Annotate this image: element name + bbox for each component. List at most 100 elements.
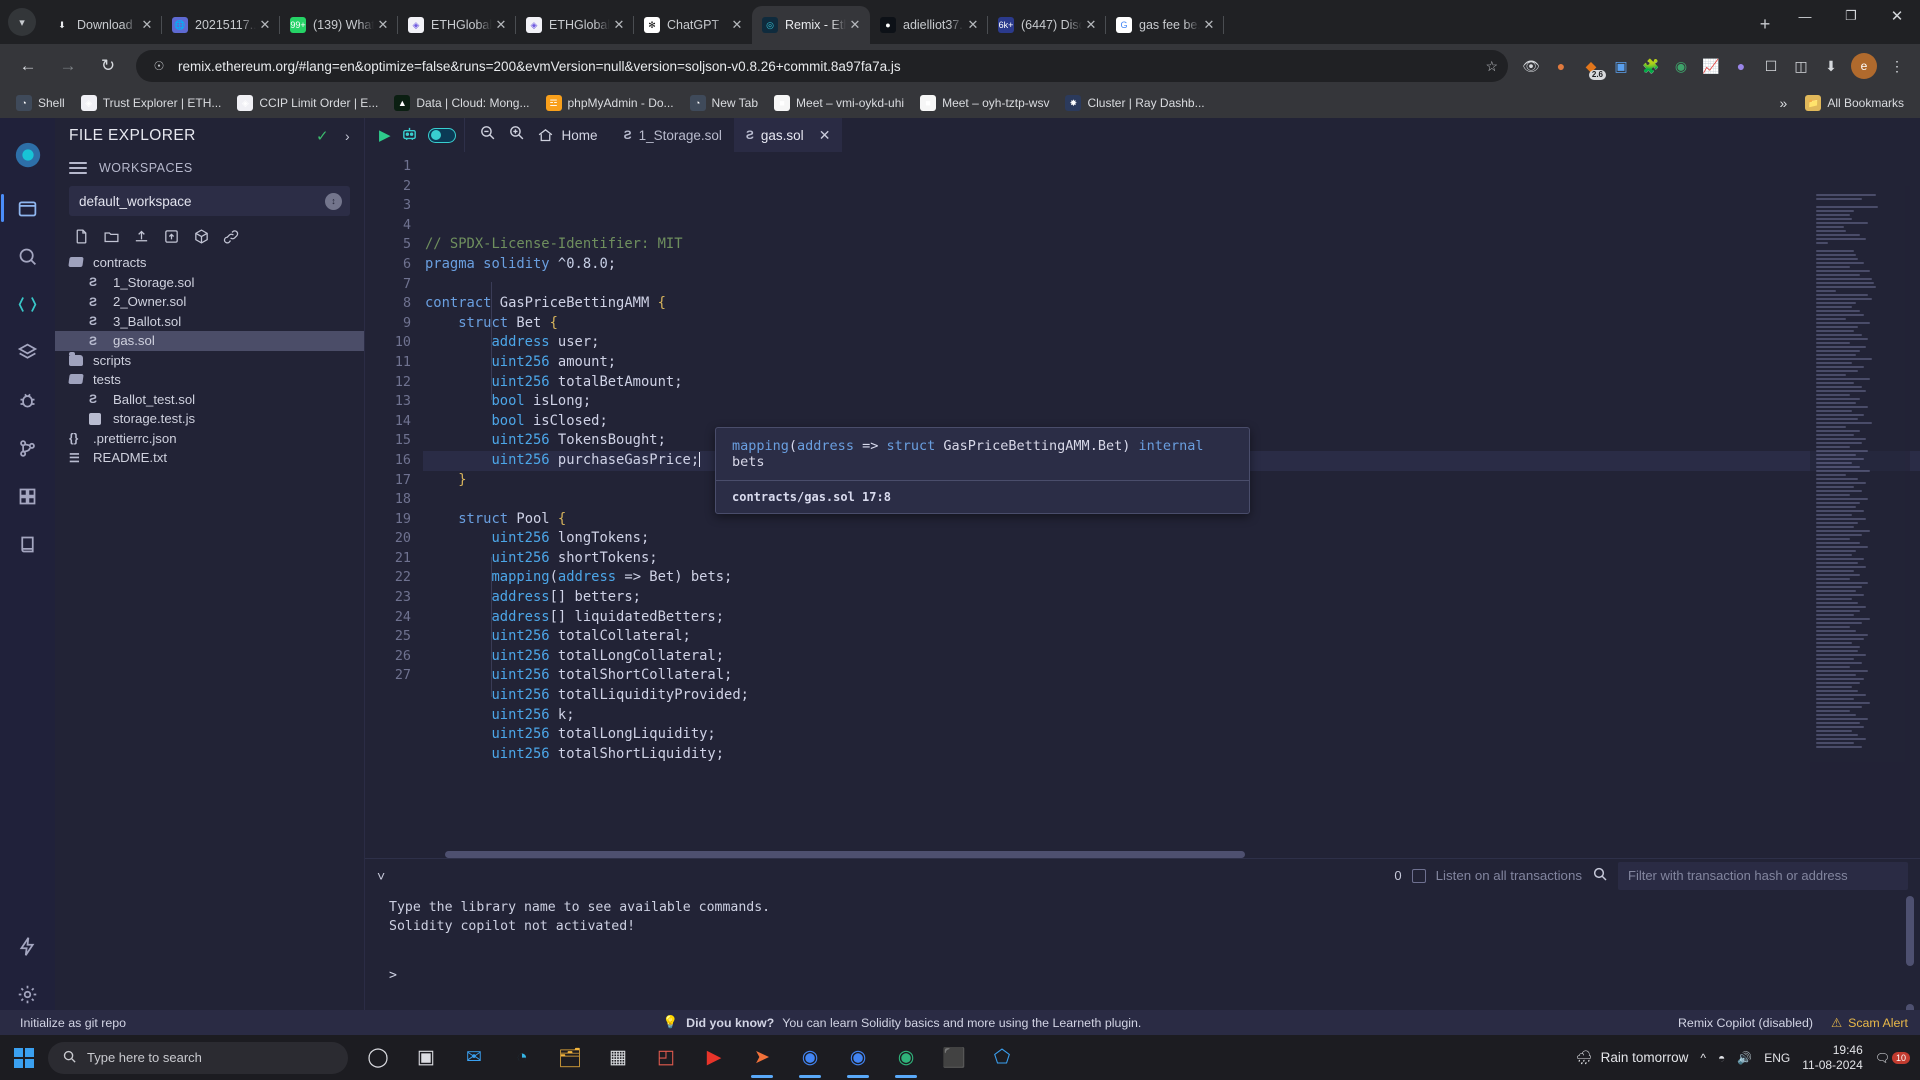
edge-icon[interactable]: ◔ — [498, 1035, 546, 1080]
tree-file[interactable]: storage.test.js — [55, 409, 364, 429]
eye-icon[interactable]: 👁 — [1516, 51, 1546, 81]
connect-link-icon[interactable] — [223, 228, 241, 245]
tab-close-icon[interactable]: ✕ — [374, 16, 392, 34]
search-icon[interactable] — [1592, 866, 1608, 885]
tree-file[interactable]: Ƨ 3_Ballot.sol — [55, 312, 364, 332]
robot-icon[interactable] — [401, 125, 418, 146]
browser-tab[interactable]: ◈ ETHGlobal ✕ — [398, 6, 516, 44]
tree-file[interactable]: Ƨ 2_Owner.sol — [55, 292, 364, 312]
chevron-updown-icon[interactable]: ↕ — [325, 192, 342, 210]
upload-file-icon[interactable] — [163, 228, 180, 245]
copilot-status-label[interactable]: Remix Copilot (disabled) — [1678, 1016, 1813, 1030]
browser-tab[interactable]: ✻ ChatGPT ✕ — [634, 6, 752, 44]
tree-file[interactable]: Ƨ 1_Storage.sol — [55, 273, 364, 293]
bookmark-item[interactable]: ▲ Data | Cloud: Mong... — [386, 91, 537, 115]
browser-tab[interactable]: ⬇ Download ✕ — [44, 6, 162, 44]
terminal-prompt[interactable]: > — [389, 966, 1920, 985]
tree-folder[interactable]: tests — [55, 370, 364, 390]
tab-close-icon[interactable]: ✕ — [138, 16, 156, 34]
volume-icon[interactable]: 🔊 — [1737, 1051, 1752, 1065]
tab-close-icon[interactable]: ✕ — [1082, 16, 1100, 34]
browser-tab[interactable]: ◈ ETHGlobal ✕ — [516, 6, 634, 44]
new-tab-button[interactable]: + — [1748, 7, 1782, 41]
browser-tab[interactable]: ◎ Remix - Eth...✕ — [752, 6, 870, 44]
window-maximize-button[interactable]: ❐ — [1828, 0, 1874, 32]
screenshot-icon[interactable]: ☐ — [1756, 51, 1786, 81]
expand-chevron-icon[interactable]: › — [345, 128, 350, 144]
terminal-scrollbar[interactable] — [1906, 896, 1914, 966]
start-button[interactable] — [0, 1035, 48, 1080]
tab-close-icon[interactable]: ✕ — [964, 16, 982, 34]
tab-close-icon[interactable]: ✕ — [846, 16, 864, 34]
metamask-icon[interactable]: ◆ 2.6 — [1576, 51, 1606, 81]
browser-tab[interactable]: 6k+ (6447) Disc...✕ — [988, 6, 1106, 44]
sidebar-item-search[interactable] — [6, 232, 50, 280]
puzzle-extensions-icon[interactable]: 🧩 — [1636, 51, 1666, 81]
phantom-wallet-icon[interactable]: ● — [1726, 51, 1756, 81]
scam-alert-button[interactable]: ⚠ Scam Alert — [1831, 1015, 1908, 1031]
tree-file[interactable]: {} .prettierrc.json — [55, 429, 364, 449]
sidebar-item-file-explorer[interactable] — [0, 184, 50, 232]
file-explorer-icon[interactable]: 🗂 — [546, 1035, 594, 1080]
remix-logo-icon[interactable] — [6, 126, 50, 184]
run-script-icon[interactable]: ▶ — [379, 126, 391, 144]
sidebar-item-debugger[interactable] — [6, 376, 50, 424]
editor-file-tab[interactable]: Ƨ 1_Storage.sol — [612, 118, 734, 152]
rabby-wallet-icon[interactable]: ● — [1546, 51, 1576, 81]
editor-tab-close-icon[interactable]: ✕ — [819, 127, 831, 144]
terminal-icon[interactable]: ⬛ — [930, 1035, 978, 1080]
tree-folder[interactable]: contracts — [55, 253, 364, 273]
tree-file[interactable]: Ƨ Ballot_test.sol — [55, 390, 364, 410]
tab-close-icon[interactable]: ✕ — [728, 16, 746, 34]
vscode-icon[interactable]: ⬠ — [978, 1035, 1026, 1080]
profile-avatar[interactable]: e — [1851, 53, 1877, 79]
transaction-filter-input[interactable]: Filter with transaction hash or address — [1618, 861, 1908, 890]
bookmarks-overflow-chevron[interactable]: » — [1770, 95, 1798, 111]
taskbar-search[interactable]: Type here to search — [48, 1041, 348, 1074]
sidebar-item-solidity-compiler[interactable] — [6, 280, 50, 328]
language-indicator[interactable]: ENG — [1764, 1051, 1790, 1065]
photos-icon[interactable]: ◰ — [642, 1035, 690, 1080]
chart-extension-icon[interactable]: 📈 — [1696, 51, 1726, 81]
hamburger-menu-icon[interactable] — [69, 162, 87, 174]
zoom-out-icon[interactable] — [479, 124, 496, 146]
sidebar-item-learneth[interactable] — [6, 520, 50, 568]
window-minimize-button[interactable]: — — [1782, 0, 1828, 32]
bookmark-item[interactable]: ◈ CCIP Limit Order | E... — [229, 91, 386, 115]
tab-close-icon[interactable]: ✕ — [1200, 16, 1218, 34]
bookmark-item[interactable]: ◈ Trust Explorer | ETH... — [73, 91, 230, 115]
new-folder-icon[interactable] — [103, 228, 120, 245]
git-init-button[interactable]: Initialize as git repo — [12, 1016, 126, 1030]
check-icon[interactable]: ✓ — [316, 127, 329, 145]
new-file-icon[interactable] — [73, 228, 90, 245]
grammarly-icon[interactable]: ◉ — [1666, 51, 1696, 81]
bookmark-item[interactable]: ☲ phpMyAdmin - Do... — [538, 91, 682, 115]
bookmark-item[interactable]: ■ Meet – oyh-tztp-wsv — [912, 91, 1057, 115]
bookmark-star-icon[interactable]: ☆ — [1485, 58, 1498, 75]
store-icon[interactable]: ▦ — [594, 1035, 642, 1080]
browser-tab[interactable]: ● adielliot37... ✕ — [870, 6, 988, 44]
reload-button[interactable]: ↻ — [92, 50, 124, 82]
all-bookmarks-button[interactable]: 📁 All Bookmarks — [1797, 91, 1912, 115]
editor-file-tab[interactable]: Ƨgas.sol ✕ — [733, 118, 843, 152]
site-settings-icon[interactable]: ☉ — [148, 55, 170, 77]
notification-center-button[interactable]: 🗨 10 — [1875, 1051, 1910, 1065]
chrome-menu-icon[interactable]: ⋮ — [1882, 51, 1912, 81]
browser-tab[interactable]: Ggas fee be...✕ — [1106, 6, 1224, 44]
browser-tab[interactable]: 🌐 20215117... ✕ — [162, 6, 280, 44]
copilot-toggle[interactable] — [427, 127, 456, 143]
tree-folder[interactable]: scripts — [55, 351, 364, 371]
tree-file[interactable]: ☰ README.txt — [55, 448, 364, 468]
workspace-select[interactable]: default_workspace ↕ — [69, 186, 350, 216]
bookmark-item[interactable]: ■ Meet – vmi-oykd-uhi — [766, 91, 912, 115]
sidebar-item-git[interactable] — [6, 424, 50, 472]
mail-icon[interactable]: ✉ — [450, 1035, 498, 1080]
listen-all-transactions-checkbox[interactable] — [1411, 868, 1426, 883]
split-screen-icon[interactable]: ◫ — [1786, 51, 1816, 81]
youtube-icon[interactable]: ▶ — [690, 1035, 738, 1080]
publish-to-gist-icon[interactable] — [133, 228, 150, 245]
task-view-icon[interactable]: ◯ — [354, 1035, 402, 1080]
forward-button[interactable]: → — [52, 50, 84, 82]
bookmark-item[interactable]: ◔ Shell — [8, 91, 73, 115]
address-bar[interactable]: ☉ remix.ethereum.org/#lang=en&optimize=f… — [136, 50, 1508, 82]
